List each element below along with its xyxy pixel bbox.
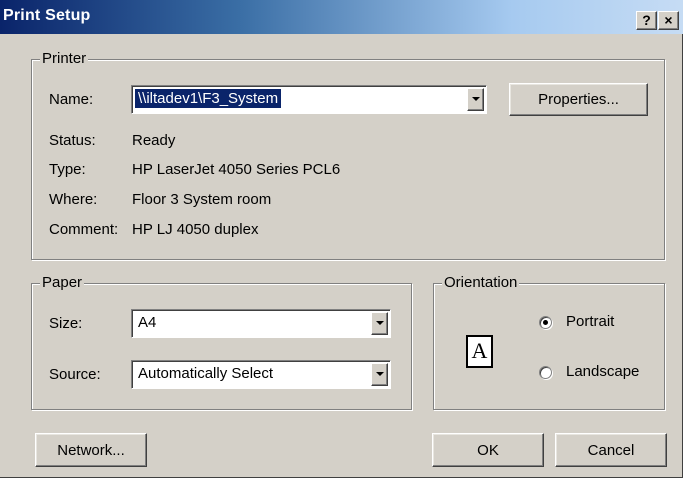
paper-size-dropdown[interactable]: A4 [131, 309, 391, 338]
source-label: Source: [49, 366, 101, 383]
print-setup-dialog: Print Setup ? × Printer Name: \\iltadev1… [0, 0, 683, 478]
chevron-down-icon[interactable] [371, 363, 388, 386]
type-label: Type: [49, 161, 86, 178]
help-button[interactable]: ? [636, 11, 657, 30]
size-label: Size: [49, 315, 83, 332]
type-value: HP LaserJet 4050 Series PCL6 [132, 161, 341, 178]
window-title: Print Setup [3, 7, 91, 24]
chevron-down-icon[interactable] [467, 88, 484, 111]
paper-source-dropdown[interactable]: Automatically Select [131, 360, 391, 389]
printer-name-value: \\iltadev1\F3_System [133, 88, 283, 109]
chevron-down-icon[interactable] [371, 312, 388, 335]
comment-label: Comment: [49, 221, 119, 238]
portrait-radio[interactable] [539, 316, 552, 329]
where-label: Where: [49, 191, 98, 208]
paper-size-value: A4 [138, 314, 157, 331]
network-button[interactable]: Network... [35, 433, 147, 467]
paper-group: Paper [31, 274, 412, 410]
landscape-radio[interactable] [539, 366, 552, 379]
name-label: Name: [49, 91, 94, 108]
paper-group-label: Paper [40, 274, 85, 291]
printer-group-label: Printer [40, 50, 89, 67]
landscape-label[interactable]: Landscape [566, 363, 639, 380]
ok-button[interactable]: OK [432, 433, 544, 467]
close-button[interactable]: × [658, 11, 679, 30]
cancel-button[interactable]: Cancel [555, 433, 667, 467]
page-portrait-icon: A [466, 335, 493, 368]
comment-value: HP LJ 4050 duplex [132, 221, 259, 238]
printer-name-dropdown[interactable]: \\iltadev1\F3_System [131, 85, 487, 114]
paper-source-value: Automatically Select [138, 365, 274, 382]
orientation-group-label: Orientation [442, 274, 520, 291]
status-label: Status: [49, 132, 96, 149]
where-value: Floor 3 System room [132, 191, 272, 208]
properties-button[interactable]: Properties... [509, 83, 648, 116]
status-value: Ready [132, 132, 176, 149]
portrait-label[interactable]: Portrait [566, 313, 614, 330]
title-bar[interactable]: Print Setup ? × [0, 0, 683, 34]
